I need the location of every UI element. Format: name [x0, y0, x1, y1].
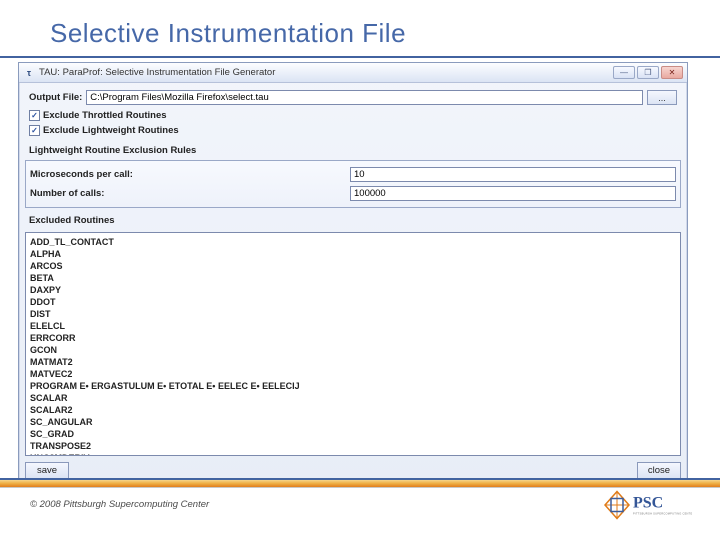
exclude-lightweight-checkbox[interactable]: ✓: [29, 125, 40, 136]
save-button[interactable]: save: [25, 462, 69, 479]
psc-logo-svg: PSC PITTSBURGH SUPERCOMPUTING CENTER: [602, 488, 692, 524]
logo-text: PSC: [633, 495, 663, 512]
maximize-button[interactable]: ❐: [637, 66, 659, 79]
window-client: Output File: C:\Program Files\Mozilla Fi…: [19, 83, 687, 485]
slide-title: Selective Instrumentation File: [50, 18, 406, 49]
list-item[interactable]: TRANSPOSE2: [30, 440, 676, 452]
slide-title-bar: [0, 56, 720, 58]
exclude-throttled-row: ✓ Exclude Throttled Routines: [25, 108, 681, 123]
list-item[interactable]: ALPHA: [30, 248, 676, 260]
list-item[interactable]: DDOT: [30, 296, 676, 308]
list-item[interactable]: GCON: [30, 344, 676, 356]
list-item[interactable]: MATVEC2: [30, 368, 676, 380]
excluded-routines-list[interactable]: ADD_TL_CONTACTALPHAARCOSBETADAXPYDDOTDIS…: [25, 232, 681, 456]
list-item[interactable]: DAXPY: [30, 284, 676, 296]
titlebar: τ TAU: ParaProf: Selective Instrumentati…: [19, 63, 687, 83]
list-item[interactable]: BETA: [30, 272, 676, 284]
list-item[interactable]: SC_ANGULAR: [30, 416, 676, 428]
close-button[interactable]: close: [637, 462, 681, 479]
exclusion-rules-title: Lightweight Routine Exclusion Rules: [25, 142, 681, 160]
app-icon: τ: [23, 67, 35, 79]
list-item[interactable]: ADD_TL_CONTACT: [30, 236, 676, 248]
output-file-input[interactable]: C:\Program Files\Mozilla Firefox\select.…: [86, 90, 643, 105]
microseconds-label: Microseconds per call:: [30, 169, 350, 180]
browse-button[interactable]: ...: [647, 90, 677, 105]
exclusion-rules-group: Lightweight Routine Exclusion Rules Micr…: [25, 142, 681, 208]
psc-logo: PSC PITTSBURGH SUPERCOMPUTING CENTER: [602, 488, 692, 524]
list-item[interactable]: UNC3MDERIV: [30, 452, 676, 456]
app-window: τ TAU: ParaProf: Selective Instrumentati…: [18, 62, 688, 486]
exclude-throttled-checkbox[interactable]: ✓: [29, 110, 40, 121]
window-title: TAU: ParaProf: Selective Instrumentation…: [39, 67, 275, 78]
list-item[interactable]: MATMAT2: [30, 356, 676, 368]
numcalls-input[interactable]: 100000: [350, 186, 676, 201]
copyright: © 2008 Pittsburgh Supercomputing Center: [30, 499, 209, 510]
exclude-lightweight-label: Exclude Lightweight Routines: [43, 125, 179, 136]
minimize-button[interactable]: —: [613, 66, 635, 79]
excluded-routines-group: Excluded Routines ADD_TL_CONTACTALPHAARC…: [25, 212, 681, 456]
numcalls-label: Number of calls:: [30, 188, 350, 199]
microseconds-input[interactable]: 10: [350, 167, 676, 182]
list-item[interactable]: PROGRAM E• ERGASTULUM E• ETOTAL E• EELEC…: [30, 380, 676, 392]
microseconds-row: Microseconds per call: 10: [30, 165, 676, 184]
logo-subtext: PITTSBURGH SUPERCOMPUTING CENTER: [633, 512, 692, 516]
list-item[interactable]: ARCOS: [30, 260, 676, 272]
list-item[interactable]: ERRCORR: [30, 332, 676, 344]
numcalls-row: Number of calls: 100000: [30, 184, 676, 203]
list-item[interactable]: SC_GRAD: [30, 428, 676, 440]
list-item[interactable]: SCALAR: [30, 392, 676, 404]
close-window-button[interactable]: ✕: [661, 66, 683, 79]
excluded-routines-title: Excluded Routines: [25, 212, 681, 230]
exclude-lightweight-row: ✓ Exclude Lightweight Routines: [25, 123, 681, 138]
exclude-throttled-label: Exclude Throttled Routines: [43, 110, 167, 121]
button-bar: save close: [25, 460, 681, 479]
list-item[interactable]: DIST: [30, 308, 676, 320]
output-file-row: Output File: C:\Program Files\Mozilla Fi…: [25, 87, 681, 108]
list-item[interactable]: ELELCL: [30, 320, 676, 332]
footer-stripe: [0, 478, 720, 488]
list-item[interactable]: SCALAR2: [30, 404, 676, 416]
output-file-label: Output File:: [29, 92, 82, 103]
